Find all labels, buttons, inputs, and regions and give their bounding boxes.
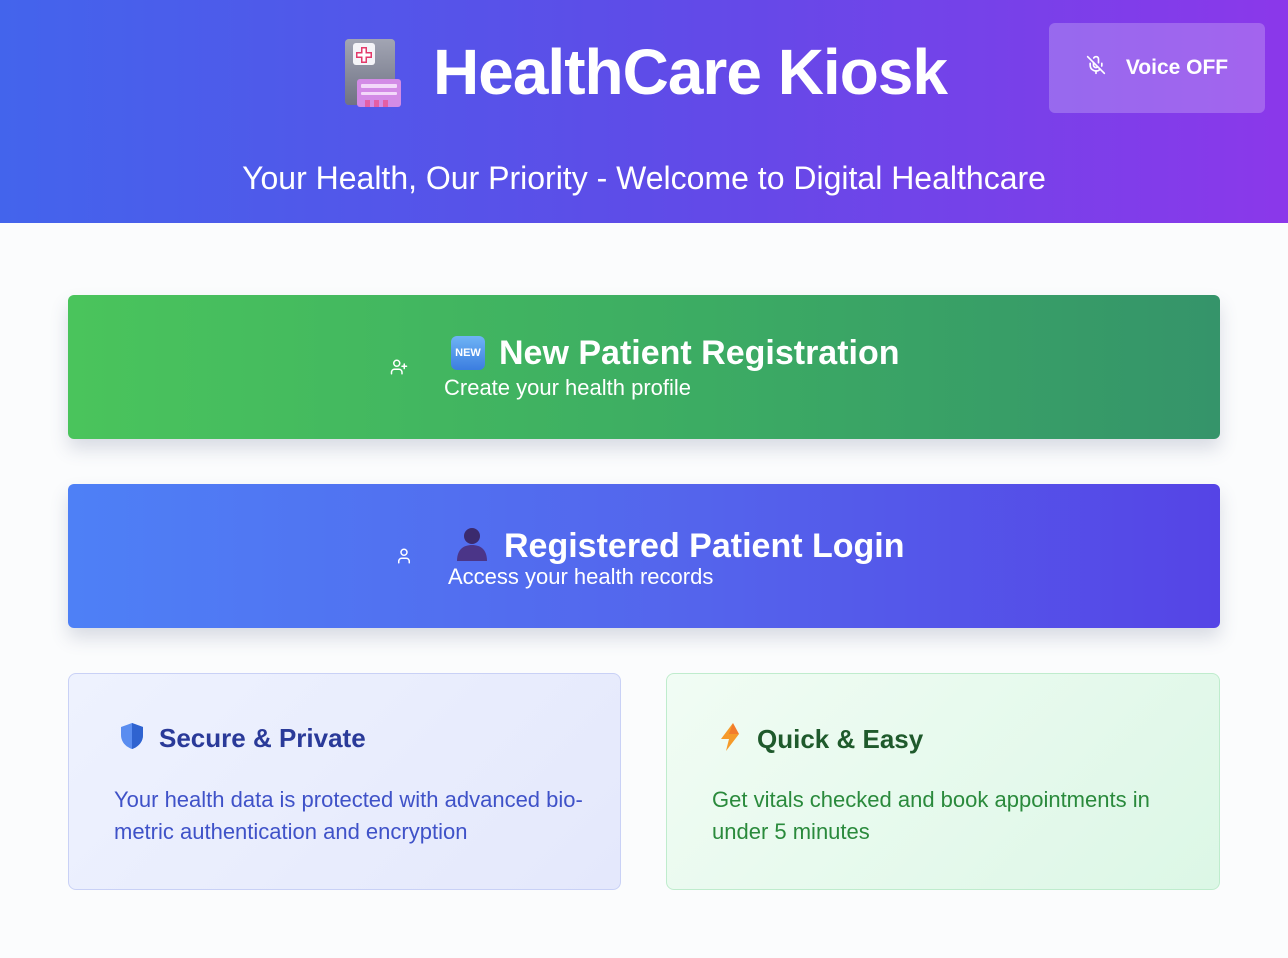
registered-login-title: Registered Patient Login [504,526,905,565]
app-title: HealthCare Kiosk [433,36,948,108]
new-badge-icon: NEW [451,336,485,370]
secure-card-title: Secure & Private [159,723,366,753]
registered-login-heading: Registered Patient Login [454,525,905,566]
quick-card-title: Quick & Easy [757,724,924,754]
shield-icon [119,722,145,755]
person-silhouette-icon [454,525,490,566]
header: HealthCare Kiosk Your Health, Our Priori… [0,0,1288,223]
quick-card-text: Get vitals checked and book appointments… [712,787,1150,844]
secure-card-text: Your health data is protected with advan… [114,787,583,844]
secure-private-card: Secure & Private Your health data is pro… [68,673,621,890]
app-subtitle: Your Health, Our Priority - Welcome to D… [242,160,1046,196]
microphone-off-icon [1086,55,1106,81]
voice-toggle-label: Voice OFF [1125,56,1229,79]
new-patient-title: New Patient Registration [499,334,900,372]
registered-patient-login-button[interactable]: Registered Patient Login Access your hea… [68,484,1220,628]
quick-easy-card: Quick & Easy Get vitals checked and book… [666,673,1220,890]
secure-card-heading: Secure & Private [119,722,366,755]
voice-toggle-button[interactable]: Voice OFF [1049,23,1265,113]
user-icon [395,547,413,565]
new-patient-description: Create your health profile [444,375,692,400]
new-patient-registration-button[interactable]: NEW New Patient Registration Create your… [68,295,1220,439]
quick-card-heading: Quick & Easy [717,722,923,757]
new-patient-heading: NEW New Patient Registration [451,336,900,370]
lightning-icon [717,722,743,757]
medical-kiosk-icon [341,37,403,107]
registered-login-description: Access your health records [448,564,714,589]
add-user-icon [390,358,408,376]
